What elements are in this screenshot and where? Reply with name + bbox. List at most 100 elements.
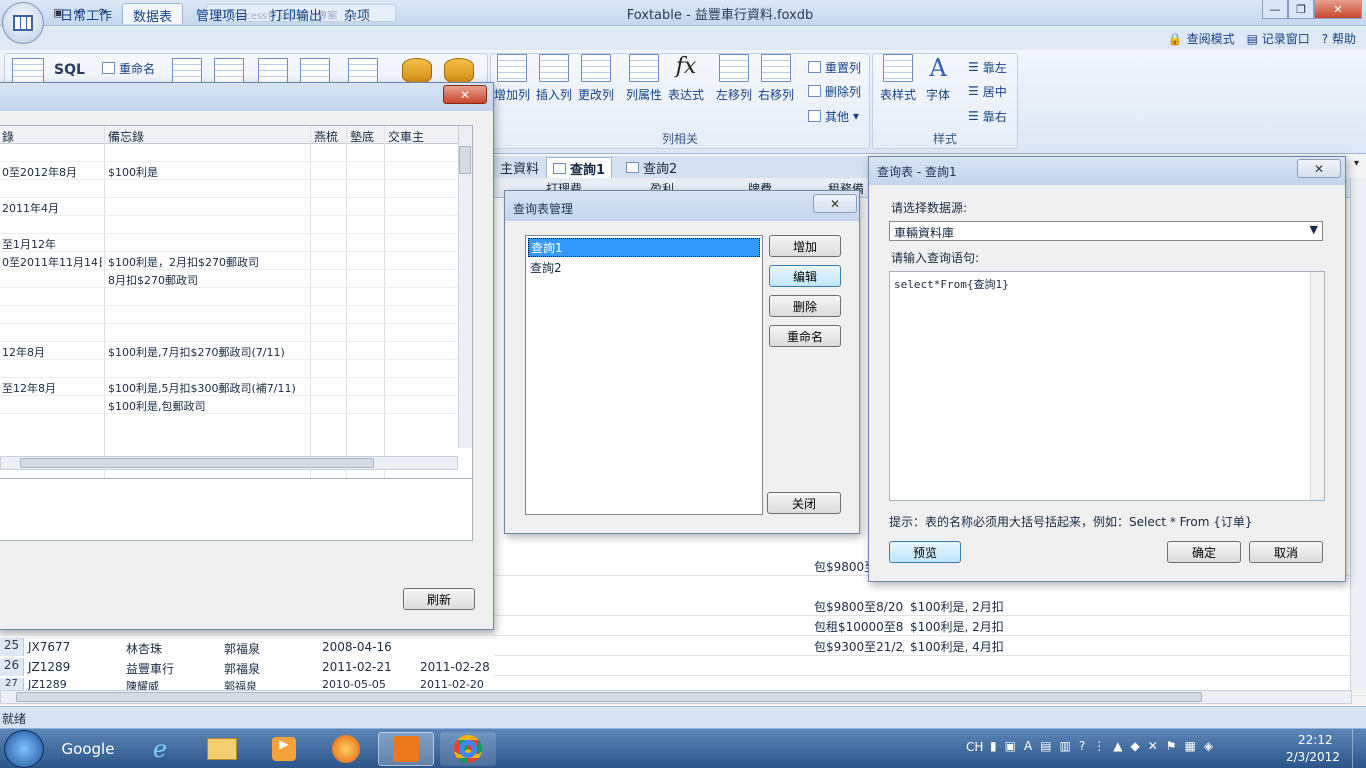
table-row[interactable] xyxy=(0,306,458,324)
database-icon[interactable] xyxy=(444,58,474,84)
edit-query-button[interactable]: 编辑 xyxy=(769,265,841,287)
tray-icon[interactable]: ? xyxy=(1079,739,1085,759)
record-table[interactable]: 錄 備忘錄 燕梳 墊底 交車主 0至2012年8月 $100利是 2011年4月 至1… xyxy=(0,125,473,541)
tray-icon[interactable]: ▮ xyxy=(990,739,997,759)
table-tool-icon[interactable] xyxy=(348,58,378,84)
rename-button[interactable]: 重命名 xyxy=(102,58,155,78)
grid-cell[interactable]: 郭福泉 xyxy=(224,640,260,657)
table-row[interactable]: 包租$10000至8 $100利是, 2月扣 xyxy=(494,616,1366,636)
tab-query1[interactable]: 查詢1 xyxy=(546,157,613,178)
reset-column-button[interactable]: 重置列 xyxy=(808,57,861,77)
table-row[interactable] xyxy=(0,180,458,198)
table-icon[interactable] xyxy=(12,58,44,84)
foxtable-taskbar-icon[interactable] xyxy=(378,732,434,766)
tab-daily-work[interactable]: 日常工作 xyxy=(50,3,122,24)
table-tool-icon[interactable] xyxy=(172,58,202,84)
grid-scroll-thumb[interactable] xyxy=(16,692,1202,702)
move-left-button[interactable]: 左移列 xyxy=(712,54,756,114)
language-indicator[interactable]: CH xyxy=(966,740,983,754)
grid-cell[interactable]: 2010-05-05 xyxy=(322,678,386,690)
source-select[interactable]: 車輛資料庫 ▼ xyxy=(889,221,1323,241)
network-icon[interactable]: ▦ xyxy=(1185,739,1196,759)
database-icon[interactable] xyxy=(402,58,432,84)
table-row[interactable]: 至12年8月 $100利是,5月扣$300郵政司(補7/11) xyxy=(0,378,458,396)
tab-main-data[interactable]: 主資料 xyxy=(494,157,545,178)
grid-cell[interactable]: JX7677 xyxy=(28,640,70,654)
table-row[interactable]: $100利是,包郵政司 xyxy=(0,396,458,414)
list-item[interactable]: 查詢1 xyxy=(528,238,760,257)
record-scroll-thumb[interactable] xyxy=(459,146,471,174)
close-dialog-button[interactable]: 关闭 xyxy=(767,492,841,514)
volume-icon[interactable]: ◈ xyxy=(1204,739,1213,759)
tray-icon[interactable]: ⋮ xyxy=(1093,739,1105,759)
cancel-button[interactable]: 取消 xyxy=(1249,541,1323,563)
record-window-link[interactable]: ▤ 记录窗口 xyxy=(1247,30,1310,47)
table-row[interactable]: 包$9800至8/201 $100利是, 2月扣 xyxy=(494,596,1366,616)
table-row[interactable]: 至1月12年 xyxy=(0,234,458,252)
tray-icon[interactable]: ▥ xyxy=(1060,739,1071,759)
grid-cell[interactable]: 2011-02-20 xyxy=(420,678,484,690)
clock-date[interactable]: 2/3/2012 xyxy=(1286,750,1340,764)
grid-cell[interactable]: 2011-02-28 xyxy=(420,660,490,674)
expression-button[interactable]: fx 表达式 xyxy=(664,54,708,114)
table-row[interactable] xyxy=(0,216,458,234)
close-icon[interactable]: ✕ xyxy=(443,85,487,104)
column-header[interactable]: 交車主 xyxy=(388,128,424,145)
tray-icon[interactable]: ▤ xyxy=(1040,739,1051,759)
delete-query-button[interactable]: 删除 xyxy=(769,295,841,317)
tab-data-table[interactable]: 数据表 xyxy=(122,3,184,25)
table-row[interactable]: 2011年4月 xyxy=(0,198,458,216)
table-style-button[interactable]: 表样式 xyxy=(876,54,920,114)
sql-button[interactable]: SQL xyxy=(54,62,85,78)
grid-cell[interactable]: 郭福泉 xyxy=(224,660,260,677)
record-vertical-scrollbar[interactable] xyxy=(458,126,472,448)
memo-area[interactable] xyxy=(0,478,472,540)
column-header[interactable]: 墊底 xyxy=(350,128,374,145)
chrome-icon[interactable] xyxy=(440,732,496,766)
row-number[interactable]: 26 xyxy=(0,658,24,676)
column-header[interactable]: 錄 xyxy=(2,128,14,145)
tray-icon[interactable]: A xyxy=(1024,739,1032,759)
align-right-button[interactable]: ☰ 靠右 xyxy=(968,106,1007,126)
tab-print-output[interactable]: 打印输出 xyxy=(260,3,332,24)
list-item[interactable]: 查詢2 xyxy=(528,259,760,276)
query-list[interactable]: 查詢1 查詢2 xyxy=(525,235,763,515)
read-mode-link[interactable]: 🔒 查阅模式 xyxy=(1168,30,1235,47)
change-column-button[interactable]: 更改列 xyxy=(574,54,618,114)
align-left-button[interactable]: ☰ 靠左 xyxy=(968,57,1007,77)
grid-cell[interactable]: 郭福泉 xyxy=(224,678,257,690)
app-menu-button[interactable] xyxy=(2,2,44,44)
grid-cell[interactable]: 陳耀威 xyxy=(126,678,159,690)
sql-textarea[interactable]: select*From{查詢1} xyxy=(889,271,1325,501)
table-row[interactable]: 12年8月 $100利是,7月扣$270郵政司(7/11) xyxy=(0,342,458,360)
show-desktop-button[interactable] xyxy=(1352,729,1366,768)
ok-button[interactable]: 确定 xyxy=(1167,541,1241,563)
start-button[interactable] xyxy=(4,730,44,768)
refresh-button[interactable]: 刷新 xyxy=(403,588,475,610)
table-row[interactable]: 8月扣$270郵政司 xyxy=(0,270,458,288)
column-header[interactable]: 備忘錄 xyxy=(108,128,144,145)
rename-query-button[interactable]: 重命名 xyxy=(769,325,841,347)
table-row[interactable] xyxy=(0,144,458,162)
font-button[interactable]: A 字体 xyxy=(916,54,960,114)
help-link[interactable]: ? 帮助 xyxy=(1322,30,1356,47)
move-right-button[interactable]: 右移列 xyxy=(754,54,798,114)
flag-icon[interactable]: ⚑ xyxy=(1166,739,1177,759)
other-button[interactable]: 其他 ▾ xyxy=(808,106,859,126)
grid-cell[interactable]: 林杏珠 xyxy=(126,640,162,657)
grid-cell[interactable]: JZ1289 xyxy=(28,678,67,690)
table-tool-icon[interactable] xyxy=(214,58,244,84)
row-number[interactable]: 25 xyxy=(0,638,24,656)
google-button[interactable]: Google xyxy=(60,732,116,766)
tray-icon[interactable]: ◆ xyxy=(1130,739,1139,759)
grid-cell[interactable]: 2011-02-21 xyxy=(322,660,392,674)
align-center-button[interactable]: ☰ 居中 xyxy=(968,81,1007,101)
preview-button[interactable]: 预览 xyxy=(889,541,961,563)
grid-cell[interactable]: 益豐車行 xyxy=(126,660,174,677)
grid-cell[interactable]: 2008-04-16 xyxy=(322,640,392,654)
tabs-menu-arrow[interactable]: ▾ xyxy=(1354,158,1359,169)
table-row[interactable]: 0至2011年11月14日 $100利是，2月扣$270郵政司 xyxy=(0,252,458,270)
insert-column-button[interactable]: 插入列 xyxy=(532,54,576,114)
close-icon[interactable]: ✕ xyxy=(813,194,857,213)
row-number[interactable]: 27 xyxy=(0,678,24,690)
